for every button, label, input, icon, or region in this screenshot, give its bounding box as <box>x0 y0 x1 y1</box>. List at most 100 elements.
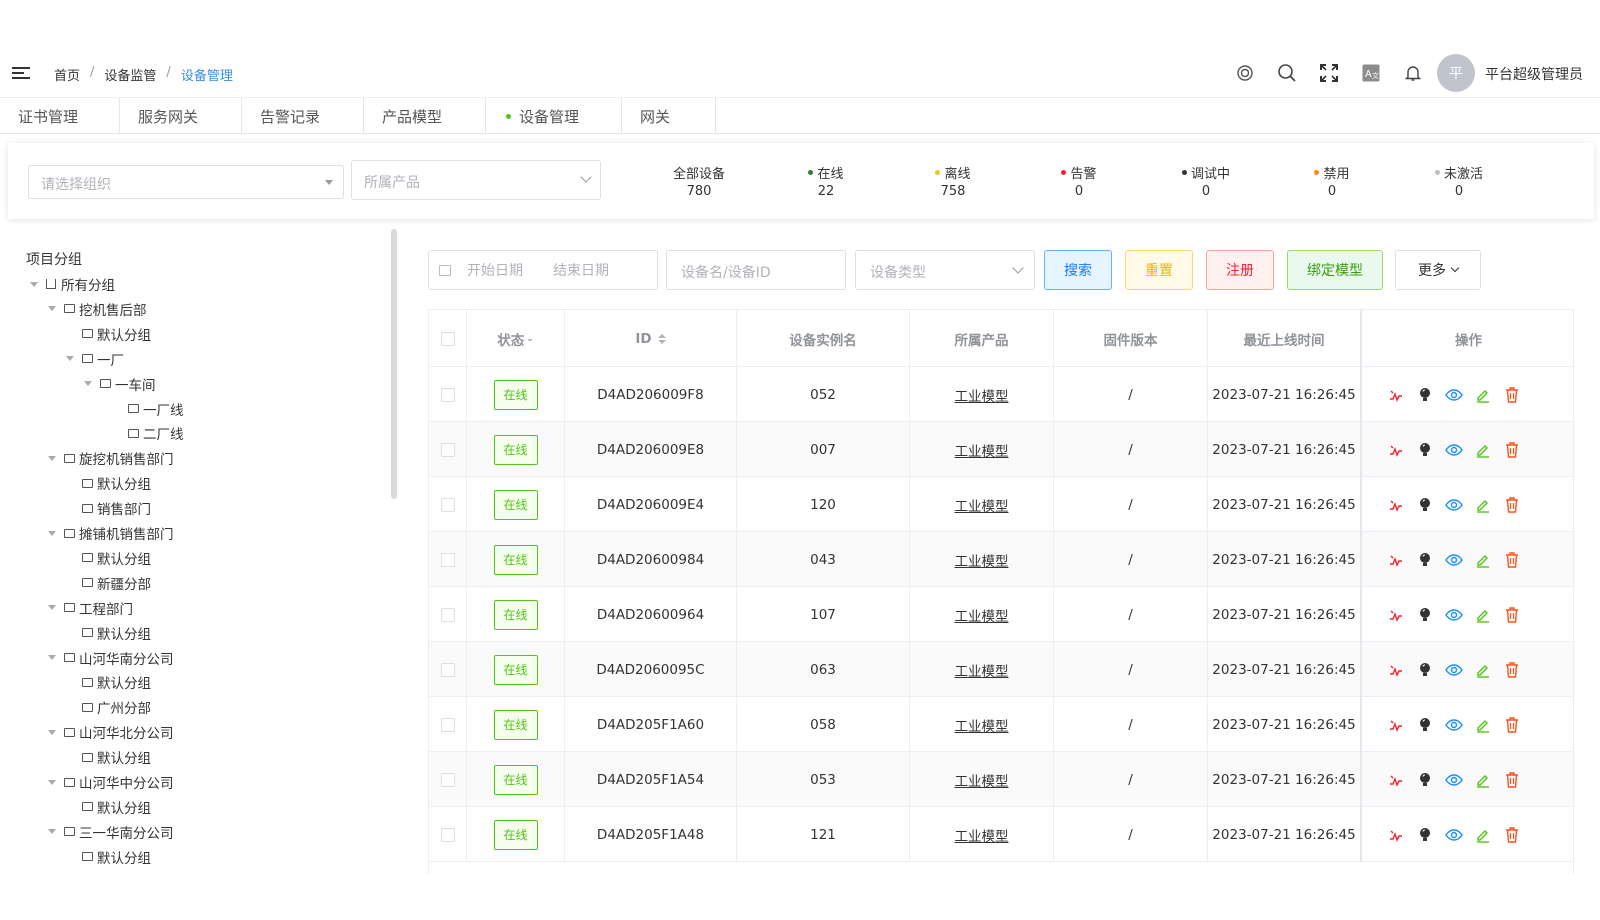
tree-node[interactable]: 默认分组 <box>66 548 151 568</box>
delete-icon[interactable] <box>1502 825 1521 844</box>
tab-cert-management[interactable]: 证书管理 <box>0 98 120 134</box>
device-type-select[interactable]: 设备类型 <box>855 250 1035 290</box>
bulb-icon[interactable] <box>1415 385 1434 404</box>
tree-node[interactable]: 旋挖机销售部门 <box>48 448 174 468</box>
tree-node[interactable]: 所有分组 <box>30 274 115 294</box>
tab-product-model[interactable]: 产品模型 <box>364 98 486 134</box>
table-row[interactable]: 在线 D4AD20600984 043 工业模型 / 2023-07-21 16:26:4… <box>429 532 1573 587</box>
eye-icon[interactable] <box>1444 440 1463 459</box>
row-checkbox[interactable] <box>440 552 455 567</box>
power-icon[interactable] <box>1386 495 1405 514</box>
row-checkbox[interactable] <box>440 607 455 622</box>
power-icon[interactable] <box>1386 605 1405 624</box>
header-id[interactable]: ID <box>565 310 737 367</box>
edit-icon[interactable] <box>1473 825 1492 844</box>
tree-node[interactable]: 一厂线 <box>112 399 184 419</box>
edit-icon[interactable] <box>1473 495 1492 514</box>
menu-toggle-icon[interactable] <box>12 64 30 82</box>
product-link[interactable]: 工业模型 <box>955 495 1009 515</box>
eye-icon[interactable] <box>1444 715 1463 734</box>
eye-icon[interactable] <box>1444 385 1463 404</box>
eye-icon[interactable] <box>1444 660 1463 679</box>
eye-icon[interactable] <box>1444 495 1463 514</box>
table-row[interactable]: 在线 D4AD2060095C 063 工业模型 / 2023-07-21 16:26:4… <box>429 642 1573 697</box>
fullscreen-icon[interactable] <box>1318 62 1340 84</box>
delete-icon[interactable] <box>1502 495 1521 514</box>
delete-icon[interactable] <box>1502 550 1521 569</box>
tree-node[interactable]: 一车间 <box>84 374 156 394</box>
device-search-input[interactable]: 设备名/设备ID <box>666 250 846 290</box>
delete-icon[interactable] <box>1502 770 1521 789</box>
edit-icon[interactable] <box>1473 660 1492 679</box>
row-checkbox[interactable] <box>440 387 455 402</box>
power-icon[interactable] <box>1386 385 1405 404</box>
tree-node[interactable]: 默认分组 <box>66 747 151 767</box>
product-select[interactable]: 所属产品 <box>351 160 601 200</box>
caret-down-icon[interactable] <box>30 281 38 287</box>
table-row[interactable]: 在线 D4AD206009F8 052 工业模型 / 2023-07-21 16:26:4… <box>429 367 1573 422</box>
tab-alarm-records[interactable]: 告警记录 <box>242 98 364 134</box>
more-button[interactable]: 更多 <box>1395 250 1481 290</box>
avatar[interactable]: 平 <box>1437 54 1475 92</box>
power-icon[interactable] <box>1386 550 1405 569</box>
eye-icon[interactable] <box>1444 825 1463 844</box>
product-link[interactable]: 工业模型 <box>955 825 1009 845</box>
caret-down-icon[interactable] <box>48 605 56 611</box>
bulb-icon[interactable] <box>1415 660 1434 679</box>
power-icon[interactable] <box>1386 825 1405 844</box>
product-link[interactable]: 工业模型 <box>955 660 1009 680</box>
search-icon[interactable] <box>1276 62 1298 84</box>
edit-icon[interactable] <box>1473 715 1492 734</box>
tree-node[interactable]: 默认分组 <box>66 623 151 643</box>
power-icon[interactable] <box>1386 440 1405 459</box>
tree-node[interactable]: 三一华南分公司 <box>48 822 174 842</box>
stat-all-devices[interactable]: 全部设备 780 <box>649 163 749 199</box>
product-link[interactable]: 工业模型 <box>955 550 1009 570</box>
product-link[interactable]: 工业模型 <box>955 715 1009 735</box>
bell-icon[interactable] <box>1402 62 1424 84</box>
bulb-icon[interactable] <box>1415 550 1434 569</box>
search-button[interactable]: 搜索 <box>1044 250 1112 290</box>
delete-icon[interactable] <box>1502 715 1521 734</box>
row-checkbox[interactable] <box>440 442 455 457</box>
tree-node[interactable]: 工程部门 <box>48 598 133 618</box>
table-row[interactable]: 在线 D4AD206009E4 120 工业模型 / 2023-07-21 16:26:4… <box>429 477 1573 532</box>
edit-icon[interactable] <box>1473 605 1492 624</box>
power-icon[interactable] <box>1386 715 1405 734</box>
product-link[interactable]: 工业模型 <box>955 770 1009 790</box>
breadcrumb-home[interactable]: 首页 <box>54 65 80 84</box>
row-checkbox[interactable] <box>440 772 455 787</box>
eye-icon[interactable] <box>1444 605 1463 624</box>
bind-model-button[interactable]: 绑定模型 <box>1287 250 1383 290</box>
caret-down-icon[interactable] <box>48 829 56 835</box>
product-link[interactable]: 工业模型 <box>955 605 1009 625</box>
delete-icon[interactable] <box>1502 605 1521 624</box>
select-all-checkbox[interactable] <box>440 331 455 346</box>
date-range-picker[interactable]: 开始日期 结束日期 <box>428 250 658 290</box>
stat-disabled[interactable]: 禁用 0 <box>1282 163 1382 199</box>
table-row[interactable]: 在线 D4AD206009E8 007 工业模型 / 2023-07-21 16:26:4… <box>429 422 1573 477</box>
stat-online[interactable]: 在线 22 <box>776 163 876 199</box>
org-select[interactable]: 请选择组织 <box>28 165 344 199</box>
username[interactable]: 平台超级管理员 <box>1485 64 1583 84</box>
translate-icon[interactable]: A文 <box>1360 62 1382 84</box>
edit-icon[interactable] <box>1473 770 1492 789</box>
bulb-icon[interactable] <box>1415 825 1434 844</box>
tree-node[interactable]: 山河华北分公司 <box>48 722 174 742</box>
tree-node[interactable]: 挖机售后部 <box>48 299 147 319</box>
product-link[interactable]: 工业模型 <box>955 385 1009 405</box>
table-row[interactable]: 在线 D4AD205F1A48 121 工业模型 / 2023-07-21 16:26:4… <box>429 807 1573 862</box>
sidebar-scrollbar[interactable] <box>391 229 397 499</box>
tree-node[interactable]: 默认分组 <box>66 797 151 817</box>
tree-node[interactable]: 山河华中分公司 <box>48 772 174 792</box>
table-row[interactable]: 在线 D4AD20600964 107 工业模型 / 2023-07-21 16:26:4… <box>429 587 1573 642</box>
bulb-icon[interactable] <box>1415 440 1434 459</box>
eye-icon[interactable] <box>1444 550 1463 569</box>
caret-down-icon[interactable] <box>66 356 74 362</box>
tab-device-management[interactable]: 设备管理 <box>486 98 622 134</box>
tree-node[interactable]: 新疆分部 <box>66 573 151 593</box>
power-icon[interactable] <box>1386 660 1405 679</box>
tree-node[interactable]: 摊铺机销售部门 <box>48 523 174 543</box>
stat-inactive[interactable]: 未激活 0 <box>1409 163 1509 199</box>
tree-node[interactable]: 二厂线 <box>112 423 184 443</box>
